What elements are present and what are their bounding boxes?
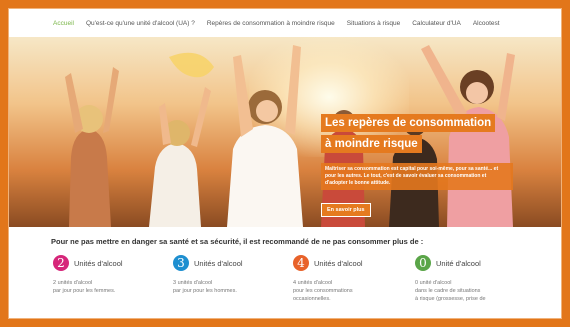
main-nav: Accueil Qu'est-ce qu'une unité d'alcool … xyxy=(9,9,561,37)
unit-description-line: dans le cadre de situations xyxy=(415,288,481,294)
unit-number-badge: 3 xyxy=(173,255,189,271)
unit-description-line: 0 unité d'alcool xyxy=(415,280,452,286)
unit-description: 4 unités d'alcool pour les consommations… xyxy=(293,279,413,303)
nav-item-ua[interactable]: Qu'est-ce qu'une unité d'alcool (UA) ? xyxy=(86,20,195,27)
unit-description: 0 unité d'alcool dans le cadre de situat… xyxy=(415,279,535,303)
unit-description-line: occasionnelles. xyxy=(293,296,331,302)
hero-banner: Les repères de consommation à moindre ri… xyxy=(9,37,561,227)
nav-item-alcootest[interactable]: Alcootest xyxy=(473,20,500,27)
nav-item-calculateur[interactable]: Calculateur d'UA xyxy=(412,20,461,27)
unit-label: Unités d'alcool xyxy=(74,258,123,268)
unit-description-line: à risque (grossesse, prise de xyxy=(415,296,486,302)
nav-item-reperes[interactable]: Repères de consommation à moindre risque xyxy=(207,20,335,27)
unit-label: Unités d'alcool xyxy=(314,258,363,268)
unit-description-line: 4 unités d'alcool xyxy=(293,280,333,286)
unit-card-3: 3 Unités d'alcool 3 unités d'alcool par … xyxy=(173,255,293,295)
hero-title-line-2: à moindre risque xyxy=(321,135,422,153)
unit-number-badge: 0 xyxy=(415,255,431,271)
unit-description-line: pour les consommations xyxy=(293,288,353,294)
unit-description-line: 3 unités d'alcool xyxy=(173,280,213,286)
hero-title-line-1: Les repères de consommation xyxy=(321,114,496,132)
unit-label: Unités d'alcool xyxy=(194,258,243,268)
unit-description: 3 unités d'alcool par jour pour les homm… xyxy=(173,279,293,295)
unit-description-line: par jour pour les hommes. xyxy=(173,288,237,294)
nav-item-accueil[interactable]: Accueil xyxy=(53,20,74,27)
unit-description: 2 unités d'alcool par jour pour les femm… xyxy=(53,279,173,295)
units-row: 2 Unités d'alcool 2 unités d'alcool par … xyxy=(9,255,561,318)
learn-more-button[interactable]: En savoir plus xyxy=(321,203,371,217)
hero-description: Maîtriser sa consommation est capital po… xyxy=(321,163,513,190)
unit-description-line: 2 unités d'alcool xyxy=(53,280,93,286)
nav-item-situations[interactable]: Situations à risque xyxy=(347,20,400,27)
unit-card-2: 2 Unités d'alcool 2 unités d'alcool par … xyxy=(53,255,173,295)
unit-number-badge: 4 xyxy=(293,255,309,271)
page-frame: Accueil Qu'est-ce qu'une unité d'alcool … xyxy=(8,8,562,319)
unit-card-0: 0 Unité d'alcool 0 unité d'alcool dans l… xyxy=(415,255,535,303)
unit-label: Unité d'alcool xyxy=(436,258,481,268)
hero-title: Les repères de consommation à moindre ri… xyxy=(321,113,501,155)
unit-card-4: 4 Unités d'alcool 4 unités d'alcool pour… xyxy=(293,255,413,303)
recommendation-intro: Pour ne pas mettre en danger sa santé et… xyxy=(51,237,424,246)
unit-number-badge: 2 xyxy=(53,255,69,271)
unit-description-line: par jour pour les femmes. xyxy=(53,288,116,294)
